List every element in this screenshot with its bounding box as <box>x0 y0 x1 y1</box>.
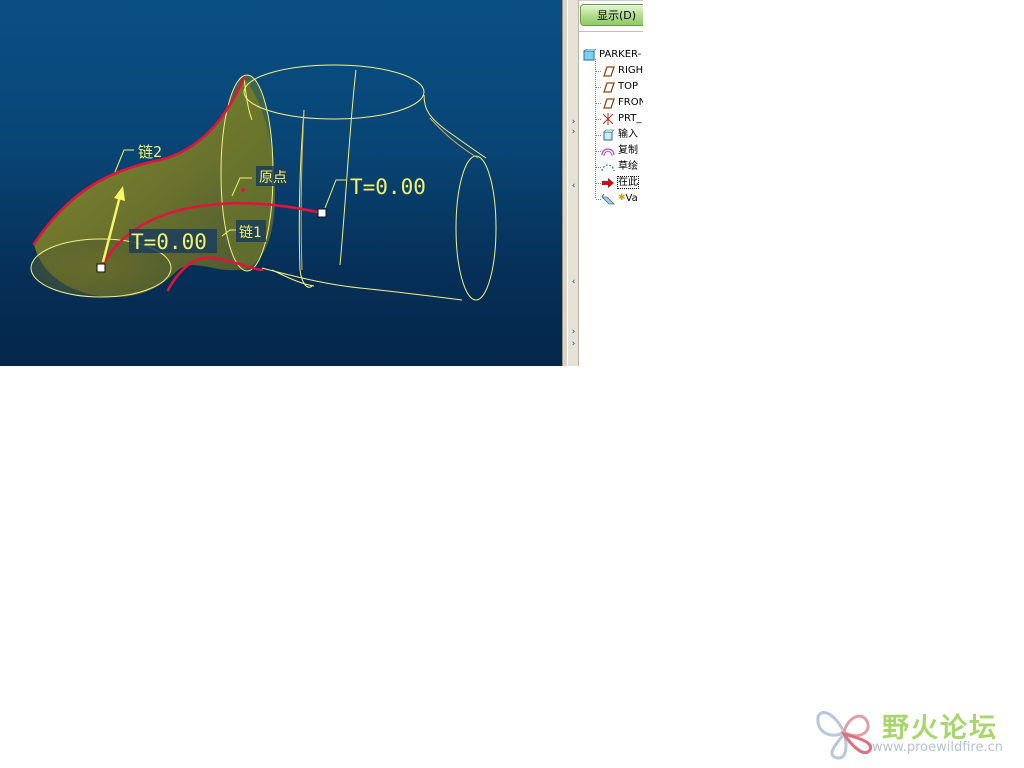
tree-item-copy[interactable]: 复制 <box>601 143 638 158</box>
t-value-left[interactable]: T=0.00 <box>131 230 207 254</box>
variable-section-sweep-icon <box>601 193 615 204</box>
show-menu-button[interactable]: 显示(D) <box>580 4 643 26</box>
import-feature-icon <box>603 129 615 140</box>
copy-surface-icon <box>601 147 615 156</box>
model-tree: 显示(D) PARKER- RIGH TOP FRON PRT_ 输入 复制 草… <box>579 0 643 366</box>
tree-item-label: TOP <box>618 81 639 92</box>
tree-item-label: 在此 <box>617 176 639 189</box>
expand-arrow-icon[interactable]: › <box>569 328 578 337</box>
datum-plane-icon <box>603 81 615 93</box>
watermark-url: www.proewildfire.cn <box>872 740 1003 755</box>
insert-here-arrow-icon <box>602 177 614 188</box>
tree-item-label: FRON <box>618 97 643 108</box>
tree-item-label: 草绘 <box>618 161 638 172</box>
chain1-label: 链1 <box>239 225 261 241</box>
tree-item-top[interactable]: TOP <box>601 79 638 94</box>
datum-plane-icon <box>603 65 615 77</box>
tree-item-label: 复制 <box>618 145 638 156</box>
sidebar-collapse-strip[interactable]: › › ‹ ‹ › › <box>568 0 579 366</box>
tree-item-sketch[interactable]: 草绘 <box>601 159 638 174</box>
tree-item-label: PARKER- <box>599 49 642 60</box>
forum-watermark: 野火论坛 www.proewildfire.cn <box>812 700 1024 768</box>
tree-item-label: Va <box>625 193 638 204</box>
drag-handle-left[interactable] <box>96 263 106 273</box>
expand-arrow-icon[interactable]: › <box>569 118 578 127</box>
coordinate-system-icon <box>602 112 614 125</box>
tree-item-csys[interactable]: PRT_ <box>601 111 641 126</box>
expand-arrow-icon[interactable]: › <box>569 128 578 137</box>
drag-handle-right[interactable] <box>317 208 327 218</box>
t-value-right[interactable]: T=0.00 <box>350 175 426 199</box>
tree-connector-line <box>595 59 596 199</box>
tree-item-import[interactable]: 输入 <box>601 127 638 142</box>
graphics-viewport[interactable]: 链2 原点 链1 T=0.00 T=0.00 <box>0 0 562 366</box>
tree-item-label: 输入 <box>618 129 638 140</box>
tree-item-insert-here[interactable]: 在此 <box>601 175 639 190</box>
tree-item-label: PRT_ <box>618 113 642 124</box>
part-icon <box>583 48 596 60</box>
sketch-icon <box>601 163 615 171</box>
origin-point[interactable] <box>241 188 245 192</box>
butterfly-logo-icon <box>816 711 873 760</box>
tree-item-var-sweep[interactable]: ✱Va <box>601 191 638 206</box>
datum-plane-icon <box>603 97 615 109</box>
tree-item-right[interactable]: RIGH <box>601 63 643 78</box>
collapse-arrow-icon[interactable]: ‹ <box>569 182 578 191</box>
expand-arrow-icon[interactable]: › <box>569 340 578 349</box>
tree-item-front[interactable]: FRON <box>601 95 643 110</box>
header-divider <box>579 31 643 32</box>
tree-item-label: RIGH <box>618 65 643 76</box>
regen-star-icon: ✱ <box>618 193 626 203</box>
chain2-label: 链2 <box>138 143 162 161</box>
model-canvas[interactable]: 链2 原点 链1 T=0.00 T=0.00 <box>0 0 562 366</box>
model-tree-panel: › › ‹ ‹ › › 显示(D) PARKER- RIGH TOP FRON … <box>568 0 643 366</box>
origin-label: 原点 <box>259 170 287 186</box>
collapse-arrow-icon[interactable]: ‹ <box>569 278 578 287</box>
tree-item-root[interactable]: PARKER- <box>582 47 641 62</box>
